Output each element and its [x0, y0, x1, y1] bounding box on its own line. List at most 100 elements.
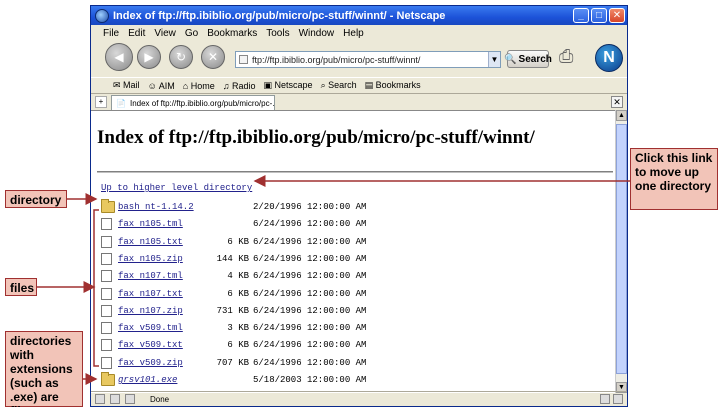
print-icon[interactable]: ⎙: [559, 46, 583, 66]
entry-link[interactable]: fax v509.tml: [118, 323, 183, 333]
entry-link[interactable]: fax n105.txt: [118, 237, 183, 247]
tab-bar: + 📄 Index of ftp://ftp.ibiblio.org/pub/m…: [91, 93, 627, 110]
up-directory-link[interactable]: Up to higher level directory: [101, 183, 252, 193]
entry-link[interactable]: grsv101.exe: [118, 375, 177, 385]
tab-label: Index of ftp://ftp.ibiblio.org/pub/micro…: [129, 98, 275, 108]
menu-go[interactable]: Go: [185, 28, 198, 39]
netscape-app-icon: [95, 8, 109, 23]
close-tab-icon[interactable]: ✕: [611, 96, 623, 108]
menu-file[interactable]: File: [103, 28, 119, 39]
status-text: Done: [150, 394, 170, 404]
entry-size: 3 KB: [227, 323, 249, 334]
toolbar-netscape[interactable]: ▣ Netscape: [264, 80, 313, 91]
entry-link[interactable]: fax n107.zip: [118, 306, 183, 316]
file-icon[interactable]: [101, 235, 112, 248]
list-item: fax n105.txt 6 KB 6/24/1996 12:00:00 AM: [101, 235, 611, 251]
list-item: fax n107.tml 4 KB 6/24/1996 12:00:00 AM: [101, 269, 611, 285]
list-item: fax v509.zip 707 KB 6/24/1996 12:00:00 AM: [101, 356, 611, 372]
scroll-up-icon[interactable]: ▲: [616, 110, 627, 121]
status-bar: Done: [91, 391, 627, 406]
file-icon[interactable]: [101, 218, 112, 231]
callout-directory: directory: [5, 190, 67, 208]
entry-link[interactable]: fax n105.tml: [118, 219, 183, 229]
browser-window: Index of ftp://ftp.ibiblio.org/pub/micro…: [90, 5, 628, 407]
window-title: Index of ftp://ftp.ibiblio.org/pub/micro…: [113, 9, 446, 22]
page-icon: [239, 55, 248, 64]
menu-help[interactable]: Help: [343, 28, 364, 39]
callout-files: files: [5, 278, 37, 296]
entry-link[interactable]: fax n107.txt: [118, 289, 183, 299]
toolbar-bookmarks[interactable]: ▤ Bookmarks: [365, 80, 421, 91]
netscape-throbber[interactable]: N: [595, 44, 623, 72]
entry-link[interactable]: fax v509.zip: [118, 358, 183, 368]
forward-button[interactable]: ▶: [137, 45, 161, 69]
entry-date: 6/24/1996 12:00:00 AM: [253, 271, 367, 282]
status-composer-icon[interactable]: [125, 394, 135, 404]
url-text[interactable]: ftp://ftp.ibiblio.org/pub/micro/pc-stuff…: [252, 55, 488, 65]
maximize-button[interactable]: □: [591, 8, 607, 23]
file-icon[interactable]: [101, 322, 112, 335]
entry-date: 6/24/1996 12:00:00 AM: [253, 357, 367, 368]
file-icon[interactable]: [101, 270, 112, 283]
toolbar-mail[interactable]: ✉ Mail: [113, 80, 140, 91]
search-button[interactable]: 🔍 Search: [504, 50, 552, 68]
entry-date: 6/24/1996 12:00:00 AM: [253, 253, 367, 264]
entry-size: 144 KB: [216, 253, 249, 264]
entry-link[interactable]: bash nt-1.14.2: [118, 202, 194, 212]
horizontal-rule: [97, 171, 613, 173]
status-lock-icon: [613, 394, 623, 404]
stop-button[interactable]: ✕: [201, 45, 225, 69]
file-icon[interactable]: [101, 356, 112, 369]
entry-link[interactable]: fax n105.zip: [118, 254, 183, 264]
entry-date: 6/24/1996 12:00:00 AM: [253, 219, 367, 230]
file-icon[interactable]: [101, 304, 112, 317]
toolbar-radio[interactable]: ♫ Radio: [223, 81, 256, 91]
toolbar-search[interactable]: ⌕ Search: [321, 80, 357, 91]
close-button[interactable]: ✕: [609, 8, 625, 23]
title-bar: Index of ftp://ftp.ibiblio.org/pub/micro…: [91, 6, 627, 25]
vertical-scrollbar[interactable]: ▲ ▼: [615, 110, 627, 393]
file-icon[interactable]: [101, 339, 112, 352]
tab-current[interactable]: 📄 Index of ftp://ftp.ibiblio.org/pub/mic…: [111, 95, 275, 110]
menu-tools[interactable]: Tools: [266, 28, 289, 39]
list-item: fax n105.zip 144 KB 6/24/1996 12:00:00 AM: [101, 252, 611, 268]
list-item: bash nt-1.14.2 2/20/1996 12:00:00 AM: [101, 199, 611, 216]
status-online-icon[interactable]: [600, 394, 610, 404]
toolbar-home[interactable]: ⌂ Home: [183, 81, 215, 91]
entry-size: 6 KB: [227, 288, 249, 299]
status-aim-icon[interactable]: [110, 394, 120, 404]
entry-size: 707 KB: [216, 357, 249, 368]
minimize-button[interactable]: _: [573, 8, 589, 23]
list-item: fax v509.txt 6 KB 6/24/1996 12:00:00 AM: [101, 338, 611, 354]
file-icon[interactable]: [101, 287, 112, 300]
search-icon: 🔍: [504, 53, 517, 65]
entry-date: 5/18/2003 12:00:00 AM: [253, 375, 367, 385]
entry-date: 6/24/1996 12:00:00 AM: [253, 340, 367, 351]
entry-link[interactable]: fax v509.txt: [118, 340, 183, 350]
reload-button[interactable]: ↻: [169, 45, 193, 69]
back-button[interactable]: ◀: [105, 43, 133, 71]
entry-date: 6/24/1996 12:00:00 AM: [253, 288, 367, 299]
menu-edit[interactable]: Edit: [128, 28, 145, 39]
url-bar[interactable]: ftp://ftp.ibiblio.org/pub/micro/pc-stuff…: [235, 51, 501, 68]
entry-link[interactable]: fax n107.tml: [118, 271, 183, 281]
url-dropdown-icon[interactable]: ▼: [488, 52, 500, 67]
entry-size: 6 KB: [227, 340, 249, 351]
scroll-thumb[interactable]: [616, 124, 627, 374]
status-security-icon[interactable]: [95, 394, 105, 404]
menu-view[interactable]: View: [154, 28, 176, 39]
page-content: Index of ftp://ftp.ibiblio.org/pub/micro…: [91, 110, 617, 393]
entry-size: 731 KB: [216, 305, 249, 316]
folder-icon[interactable]: [101, 199, 115, 213]
entry-size: 6 KB: [227, 236, 249, 247]
menu-bookmarks[interactable]: Bookmarks: [207, 28, 257, 39]
callout-extensions: directories with extensions (such as .ex…: [5, 331, 83, 407]
menu-bar: File Edit View Go Bookmarks Tools Window…: [91, 25, 627, 41]
file-icon[interactable]: [101, 252, 112, 265]
menu-window[interactable]: Window: [299, 28, 335, 39]
navigation-toolbar: ◀ ▶ ↻ ✕ ftp://ftp.ibiblio.org/pub/micro/…: [91, 41, 627, 77]
toolbar-aim[interactable]: ☺ AIM: [148, 81, 175, 91]
folder-icon[interactable]: [101, 372, 115, 386]
list-item: fax n107.zip 731 KB 6/24/1996 12:00:00 AM: [101, 304, 611, 320]
new-tab-icon[interactable]: +: [95, 96, 107, 108]
